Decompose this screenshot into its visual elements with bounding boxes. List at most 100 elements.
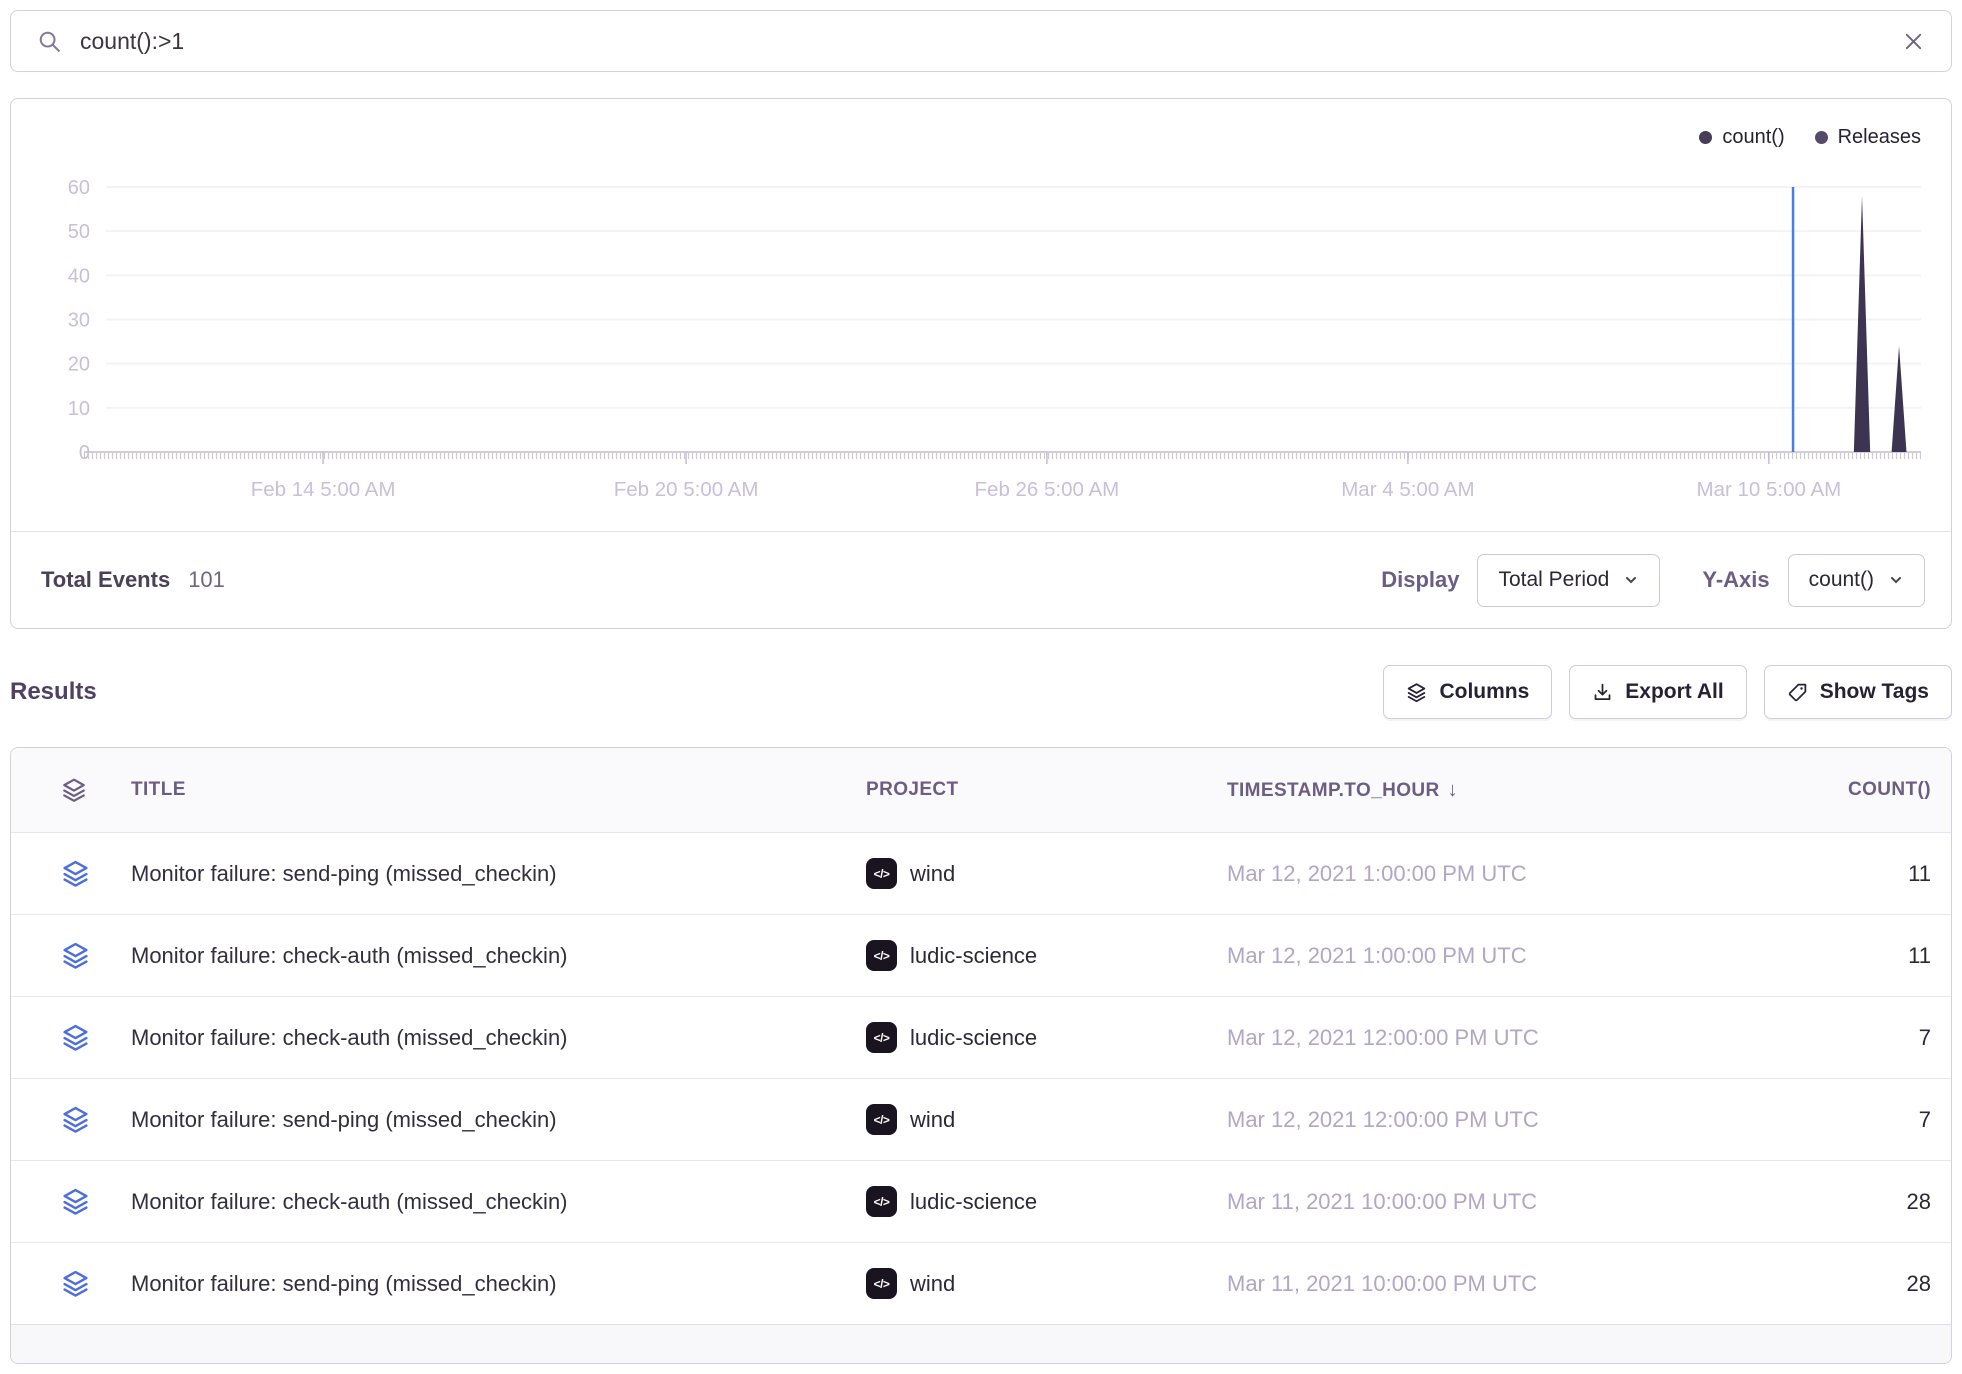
chart-legend: count() Releases <box>11 99 1951 159</box>
table-row: Monitor failure: check-auth (missed_chec… <box>11 996 1951 1078</box>
svg-text:60: 60 <box>68 177 90 199</box>
project-platform-icon: </> <box>866 1022 897 1053</box>
show-tags-button[interactable]: Show Tags <box>1764 665 1952 719</box>
project-name: wind <box>910 1107 955 1133</box>
event-title-cell[interactable]: Monitor failure: check-auth (missed_chec… <box>131 943 866 969</box>
stack-icon[interactable] <box>61 941 90 970</box>
legend-label-count: count() <box>1722 126 1784 149</box>
svg-text:Feb 20 5:00 AM: Feb 20 5:00 AM <box>614 478 759 501</box>
export-all-button[interactable]: Export All <box>1569 665 1746 719</box>
project-cell[interactable]: </> wind <box>866 1104 1227 1135</box>
stack-icon[interactable] <box>61 1023 90 1052</box>
column-header-timestamp-label: TIMESTAMP.TO_HOUR <box>1227 780 1440 801</box>
events-chart[interactable]: 0102030405060Feb 14 5:00 AMFeb 20 5:00 A… <box>11 159 1951 513</box>
results-buttons: Columns Export All Show Tags <box>1383 665 1952 719</box>
timestamp-cell: Mar 11, 2021 10:00:00 PM UTC <box>1227 1271 1691 1297</box>
chart-panel: count() Releases 0102030405060Feb 14 5:0… <box>10 98 1952 629</box>
event-title-cell[interactable]: Monitor failure: check-auth (missed_chec… <box>131 1189 866 1215</box>
project-cell[interactable]: </> ludic-science <box>866 1022 1227 1053</box>
table-row: Monitor failure: send-ping (missed_check… <box>11 1242 1951 1324</box>
svg-text:Feb 14 5:00 AM: Feb 14 5:00 AM <box>251 478 396 501</box>
row-icon-cell <box>61 859 131 888</box>
legend-item-releases[interactable]: Releases <box>1815 126 1921 149</box>
total-events-value: 101 <box>188 567 225 593</box>
count-cell: 11 <box>1691 943 1931 969</box>
project-name: ludic-science <box>910 943 1037 969</box>
yaxis-select[interactable]: count() <box>1788 554 1925 607</box>
project-cell[interactable]: </> wind <box>866 1268 1227 1299</box>
legend-dot-releases-icon <box>1815 131 1828 144</box>
button-label: Show Tags <box>1820 680 1929 704</box>
project-cell[interactable]: </> wind <box>866 858 1227 889</box>
legend-dot-count-icon <box>1699 131 1712 144</box>
table-row: Monitor failure: send-ping (missed_check… <box>11 1078 1951 1160</box>
timestamp-cell: Mar 12, 2021 1:00:00 PM UTC <box>1227 861 1691 887</box>
timestamp-cell: Mar 12, 2021 1:00:00 PM UTC <box>1227 943 1691 969</box>
search-icon <box>37 29 62 54</box>
svg-text:Mar 4 5:00 AM: Mar 4 5:00 AM <box>1341 478 1474 501</box>
search-input[interactable] <box>78 27 1886 56</box>
display-label: Display <box>1381 567 1459 593</box>
column-header-title[interactable]: TITLE <box>131 779 866 801</box>
project-name: ludic-science <box>910 1025 1037 1051</box>
column-header-project[interactable]: PROJECT <box>866 779 1227 801</box>
timestamp-cell: Mar 12, 2021 12:00:00 PM UTC <box>1227 1025 1691 1051</box>
table-body: Monitor failure: send-ping (missed_check… <box>11 832 1951 1324</box>
project-platform-icon: </> <box>866 858 897 889</box>
row-icon-cell <box>61 1187 131 1216</box>
column-header-count[interactable]: COUNT() <box>1691 779 1931 801</box>
count-cell: 28 <box>1691 1189 1931 1215</box>
row-icon-cell <box>61 1269 131 1298</box>
legend-label-releases: Releases <box>1838 126 1921 149</box>
columns-button[interactable]: Columns <box>1383 665 1552 719</box>
download-icon <box>1592 682 1613 703</box>
stack-icon[interactable] <box>61 1187 90 1216</box>
timestamp-cell: Mar 11, 2021 10:00:00 PM UTC <box>1227 1189 1691 1215</box>
button-label: Export All <box>1625 680 1723 704</box>
svg-text:30: 30 <box>68 310 90 332</box>
table-footer <box>11 1324 1951 1363</box>
chevron-down-icon <box>1888 572 1904 588</box>
stack-icon[interactable] <box>61 1105 90 1134</box>
results-table: TITLE PROJECT TIMESTAMP.TO_HOUR↓ COUNT()… <box>10 747 1952 1364</box>
chart-controls: Display Total Period Y-Axis count() <box>1381 554 1925 607</box>
column-header-timestamp[interactable]: TIMESTAMP.TO_HOUR↓ <box>1227 779 1691 802</box>
button-label: Columns <box>1439 680 1529 704</box>
tag-icon <box>1787 682 1808 703</box>
yaxis-select-value: count() <box>1809 568 1874 592</box>
results-title: Results <box>10 678 97 706</box>
chart-footer: Total Events 101 Display Total Period Y-… <box>11 531 1951 628</box>
table-row: Monitor failure: send-ping (missed_check… <box>11 832 1951 914</box>
project-name: wind <box>910 861 955 887</box>
project-name: wind <box>910 1271 955 1297</box>
project-name: ludic-science <box>910 1189 1037 1215</box>
count-cell: 7 <box>1691 1107 1931 1133</box>
clear-search-icon[interactable] <box>1902 30 1925 53</box>
header-icon-cell <box>61 777 131 803</box>
table-row: Monitor failure: check-auth (missed_chec… <box>11 1160 1951 1242</box>
svg-text:Feb 26 5:00 AM: Feb 26 5:00 AM <box>975 478 1120 501</box>
svg-text:50: 50 <box>68 221 90 243</box>
count-cell: 11 <box>1691 861 1931 887</box>
project-cell[interactable]: </> ludic-science <box>866 1186 1227 1217</box>
event-title-cell[interactable]: Monitor failure: send-ping (missed_check… <box>131 1107 866 1133</box>
stack-icon[interactable] <box>61 1269 90 1298</box>
svg-text:Mar 10 5:00 AM: Mar 10 5:00 AM <box>1697 478 1842 501</box>
count-cell: 28 <box>1691 1271 1931 1297</box>
search-bar[interactable] <box>10 10 1952 72</box>
event-title-cell[interactable]: Monitor failure: check-auth (missed_chec… <box>131 1025 866 1051</box>
project-cell[interactable]: </> ludic-science <box>866 940 1227 971</box>
count-cell: 7 <box>1691 1025 1931 1051</box>
display-select[interactable]: Total Period <box>1477 554 1660 607</box>
legend-item-count[interactable]: count() <box>1699 126 1784 149</box>
project-platform-icon: </> <box>866 940 897 971</box>
stack-icon <box>1406 682 1427 703</box>
stack-icon[interactable] <box>61 859 90 888</box>
row-icon-cell <box>61 941 131 970</box>
row-icon-cell <box>61 1105 131 1134</box>
project-platform-icon: </> <box>866 1186 897 1217</box>
svg-text:10: 10 <box>68 398 90 420</box>
event-title-cell[interactable]: Monitor failure: send-ping (missed_check… <box>131 861 866 887</box>
event-title-cell[interactable]: Monitor failure: send-ping (missed_check… <box>131 1271 866 1297</box>
stack-icon <box>61 777 87 803</box>
